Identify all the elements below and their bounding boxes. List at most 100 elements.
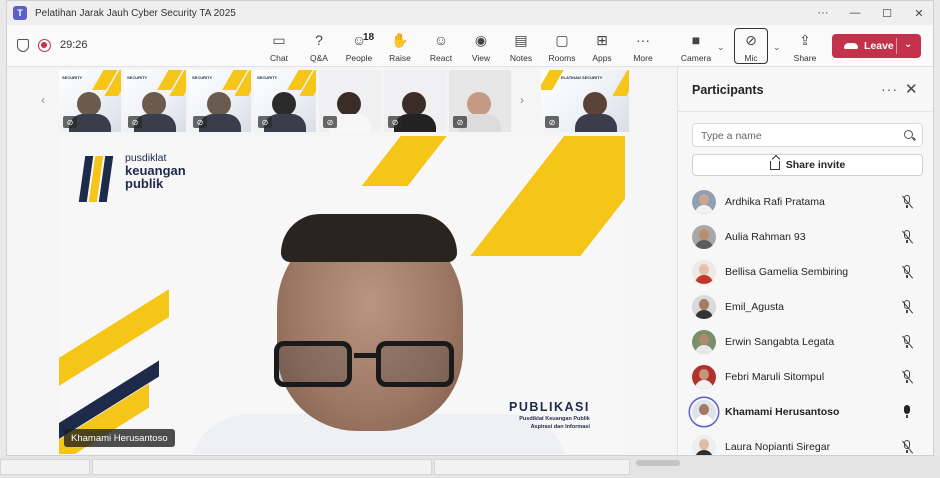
qa-icon: ? xyxy=(315,32,323,48)
maximize-button[interactable]: ☐ xyxy=(871,1,903,25)
panel-close-icon[interactable]: ✕ xyxy=(905,80,918,98)
participant-row[interactable]: Erwin Sangabta Legata xyxy=(692,327,923,357)
minimize-button[interactable]: — xyxy=(839,1,871,25)
apps-label: Apps xyxy=(592,53,612,63)
participant-tile[interactable]: ⊘ xyxy=(319,70,381,132)
background-scrollbar[interactable] xyxy=(636,460,680,466)
mic-on-icon xyxy=(901,405,913,419)
share-invite-button[interactable]: Share invite xyxy=(692,154,923,176)
meeting-toolbar: 29:26 ▭ Chat ? Q&A ☺ 18 People ✋ Raise ☺… xyxy=(7,25,933,67)
logo-line-2: keuangan xyxy=(125,162,186,178)
people-count: 18 xyxy=(363,32,375,43)
title-bar: T Pelatihan Jarak Jauh Cyber Security TA… xyxy=(7,1,933,25)
background-cell xyxy=(92,459,432,475)
chat-icon: ▭ xyxy=(272,32,286,48)
mic-off-icon xyxy=(901,335,913,349)
more-button[interactable]: ··· More xyxy=(623,29,663,63)
mic-button[interactable]: ⊘ Mic xyxy=(731,29,771,63)
camera-button[interactable]: ■ Camera xyxy=(676,29,716,63)
mic-off-icon: ⊘ xyxy=(63,116,77,128)
react-button[interactable]: ☺ React xyxy=(421,29,461,63)
recording-icon xyxy=(38,39,51,52)
slide-stripe xyxy=(361,136,463,186)
presenter-name-tag: Khamami Herusantoso xyxy=(64,429,175,447)
tile-label: ELATIHAN SECURITY xyxy=(561,75,603,80)
rooms-button[interactable]: ▢ Rooms xyxy=(542,29,582,63)
mic-off-icon: ⊘ xyxy=(453,116,467,128)
teams-logo-icon: T xyxy=(13,6,27,20)
close-window-button[interactable]: ✕ xyxy=(903,1,933,25)
view-button[interactable]: ◉ View xyxy=(461,29,501,63)
mic-off-icon: ⊘ xyxy=(545,116,559,128)
participant-tile[interactable]: SECURITY ⊘ xyxy=(254,70,316,132)
people-label: People xyxy=(345,53,373,63)
mic-off-icon: ⊘ xyxy=(323,116,337,128)
notes-icon: ▤ xyxy=(514,32,528,48)
people-button[interactable]: ☺ 18 People xyxy=(339,29,379,63)
window-controls: ··· — ☐ ✕ xyxy=(807,1,933,25)
participant-name: Emil_Agusta xyxy=(725,301,784,313)
participant-row[interactable]: Aulia Rahman 93 xyxy=(692,222,923,252)
share-label: Share xyxy=(793,53,817,63)
participant-tile[interactable]: ⊘ xyxy=(449,70,511,132)
tile-label: SECURITY xyxy=(127,75,148,80)
participant-name: Aulia Rahman 93 xyxy=(725,231,806,243)
ellipsis-icon: ··· xyxy=(636,32,650,48)
mic-off-icon: ⊘ xyxy=(745,32,757,48)
participant-search-input[interactable] xyxy=(701,128,891,143)
share-button[interactable]: ⇪ Share xyxy=(785,29,825,63)
window-more-button[interactable]: ··· xyxy=(807,1,839,25)
presenter-video[interactable]: pusdiklat keuangan publik PUBLIKASI Pusd… xyxy=(59,136,625,454)
tile-label: SECURITY xyxy=(257,75,278,80)
mic-off-icon: ⊘ xyxy=(193,116,207,128)
video-gallery: SECURITY ⊘ SECURITY ⊘ SECURITY ⊘ SECURIT… xyxy=(33,70,629,132)
mic-off-icon xyxy=(901,265,913,279)
avatar xyxy=(692,225,716,249)
participant-row[interactable]: Khamami Herusantoso xyxy=(692,397,923,427)
panel-title: Participants xyxy=(692,83,764,97)
shield-icon[interactable] xyxy=(17,39,29,52)
participant-row[interactable]: Emil_Agusta xyxy=(692,292,923,322)
slide-stripe xyxy=(470,136,625,256)
raise-button[interactable]: ✋ Raise xyxy=(380,29,420,63)
participant-row[interactable]: Ardhika Rafi Pratama xyxy=(692,187,923,217)
avatar xyxy=(692,400,716,424)
notes-button[interactable]: ▤ Notes xyxy=(501,29,541,63)
background-cell xyxy=(434,459,630,475)
rooms-label: Rooms xyxy=(548,53,576,63)
apps-button[interactable]: ⊞ Apps xyxy=(582,29,622,63)
participant-tile[interactable]: SECURITY ⊘ xyxy=(59,70,121,132)
panel-more-icon[interactable]: ··· xyxy=(881,81,898,97)
participant-row[interactable]: Laura Nopianti Siregar xyxy=(692,432,923,455)
mic-options-chevron-icon[interactable]: ⌄ xyxy=(773,42,781,53)
avatar xyxy=(692,295,716,319)
hand-icon: ✋ xyxy=(391,32,409,48)
participant-tile[interactable]: ⊘ xyxy=(384,70,446,132)
leave-options-chevron-icon[interactable]: ⌄ xyxy=(904,39,912,50)
mic-off-icon: ⊘ xyxy=(258,116,272,128)
chat-button[interactable]: ▭ Chat xyxy=(259,29,299,63)
notes-label: Notes xyxy=(509,53,533,63)
phone-hangup-icon xyxy=(844,43,858,49)
leave-button[interactable]: Leave ⌄ xyxy=(832,34,921,58)
plus-icon: ⊞ xyxy=(596,32,608,48)
publikasi-text: PUBLIKASI Pusdiklat Keuangan Publik Aspi… xyxy=(509,400,590,430)
pusdiklat-logo-icon xyxy=(78,156,116,202)
participant-tile[interactable]: ELATIHAN SECURITY ⊘ xyxy=(541,70,629,132)
presenter-hair xyxy=(281,214,457,262)
camera-options-chevron-icon[interactable]: ⌄ xyxy=(717,42,725,53)
more-label: More xyxy=(633,53,653,63)
participant-name: Laura Nopianti Siregar xyxy=(725,441,831,453)
search-icon xyxy=(904,130,913,139)
mic-off-icon xyxy=(901,370,913,384)
qa-button[interactable]: ? Q&A xyxy=(299,29,339,63)
participant-name: Bellisa Gamelia Sembiring xyxy=(725,266,849,278)
mic-off-icon xyxy=(901,230,913,244)
avatar xyxy=(692,190,716,214)
camera-icon: ■ xyxy=(691,32,701,48)
participant-tile[interactable]: SECURITY ⊘ xyxy=(189,70,251,132)
mic-off-icon xyxy=(901,195,913,209)
participant-row[interactable]: Febri Maruli Sitompul xyxy=(692,362,923,392)
participant-tile[interactable]: SECURITY ⊘ xyxy=(124,70,186,132)
participant-row[interactable]: Bellisa Gamelia Sembiring xyxy=(692,257,923,287)
